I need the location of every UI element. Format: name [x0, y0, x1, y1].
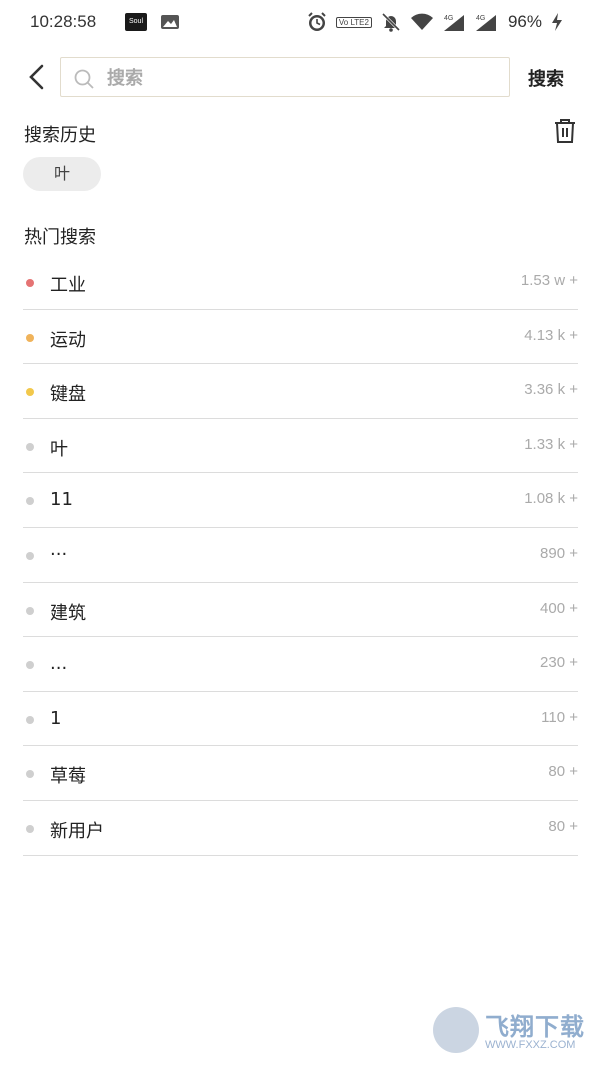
hot-search-label: 建筑: [50, 602, 86, 624]
rank-dot: [26, 497, 34, 506]
mute-icon: [380, 11, 402, 33]
hot-search-item[interactable]: ... 230 +: [23, 637, 578, 692]
svg-text:4G: 4G: [444, 15, 453, 22]
hot-search-count: 110 +: [541, 708, 578, 726]
hot-search-count: 1.53 w +: [520, 272, 578, 289]
soul-app-icon: Soul: [125, 13, 147, 31]
status-bar: 10:28:58 Soul Vo LTE2 4G 4G 96%: [0, 0, 600, 46]
hot-search-count: 80 +: [548, 817, 578, 835]
hot-search-label: 11: [50, 489, 73, 511]
hot-search-label: 1: [50, 707, 62, 729]
hot-search-count: 3.36 k +: [524, 381, 578, 399]
back-button[interactable]: [22, 61, 50, 93]
history-chip[interactable]: 叶: [23, 157, 101, 191]
rank-dot: [26, 388, 34, 397]
rank-dot: [26, 824, 34, 833]
watermark-title: 飞翔下载: [485, 1013, 585, 1041]
alarm-icon: [306, 11, 328, 33]
hot-search-count: 80 +: [548, 763, 578, 781]
signal-icon-2: 4G: [474, 12, 498, 32]
hot-search-label: 工业: [50, 275, 86, 296]
hot-search-item[interactable]: 建筑 400 +: [23, 583, 578, 638]
history-title: 搜索历史: [24, 125, 96, 146]
hot-search-title: 热门搜索: [24, 227, 96, 248]
hot-search-item[interactable]: 11 1.08 k +: [23, 473, 578, 528]
hot-search-item[interactable]: 1 110 +: [23, 692, 578, 747]
rank-dot: [26, 279, 34, 287]
hot-search-label: ···: [50, 543, 68, 565]
hot-search-item[interactable]: 运动 4.13 k +: [23, 310, 578, 365]
rank-dot: [26, 606, 34, 615]
hot-search-item[interactable]: 键盘 3.36 k +: [23, 364, 578, 419]
rank-dot: [26, 770, 34, 779]
hot-search-item[interactable]: 草莓 80 +: [23, 746, 578, 801]
hot-search-label: 键盘: [50, 384, 86, 406]
hot-search-label: 草莓: [50, 766, 86, 788]
hot-search-label: 叶: [50, 438, 68, 460]
hot-search-list: 工业 1.53 w + 运动 4.13 k + 键盘 3.36 k + 叶 1.33 k…: [23, 255, 578, 856]
hot-search-count: 890 +: [540, 544, 578, 562]
hot-search-item[interactable]: ··· 890 +: [23, 528, 578, 583]
signal-icon-1: 4G: [442, 12, 466, 32]
search-box[interactable]: [60, 57, 510, 98]
rank-dot: [26, 442, 34, 451]
charging-icon: [550, 12, 564, 32]
volte-icon: Vo LTE2: [335, 16, 372, 28]
clear-history-button[interactable]: [553, 118, 577, 144]
hot-search-label: 运动: [50, 329, 86, 351]
chevron-left-icon: [29, 64, 44, 90]
hot-search-count: 230 +: [540, 654, 578, 672]
status-icons: Vo LTE2 4G 4G 96%: [306, 10, 564, 34]
battery-percent: 96%: [507, 12, 542, 31]
hot-search-item[interactable]: 叶 1.33 k +: [23, 419, 578, 474]
search-icon: [73, 68, 95, 94]
search-header: 搜索: [0, 55, 600, 99]
hot-search-label: ...: [50, 653, 68, 675]
status-time: 10:28:58: [30, 12, 97, 31]
trash-icon: [555, 119, 575, 143]
wifi-icon: [410, 12, 434, 32]
rank-dot: [26, 333, 34, 342]
hot-search-item[interactable]: 新用户 80 +: [23, 801, 578, 856]
watermark: 飞翔下载 WWW.FXXZ.COM: [433, 1007, 589, 1055]
gallery-notification-icon: [160, 14, 180, 30]
svg-text:4G: 4G: [476, 15, 485, 22]
search-button[interactable]: 搜索: [528, 65, 564, 91]
search-input[interactable]: [105, 58, 499, 98]
hot-search-count: 4.13 k +: [524, 326, 578, 344]
hot-search-item[interactable]: 工业 1.53 w +: [23, 255, 578, 310]
hot-search-count: 1.33 k +: [524, 435, 578, 453]
rank-dot: [26, 715, 34, 724]
rank-dot: [26, 661, 34, 670]
rank-dot: [26, 551, 34, 560]
hot-search-count: 1.08 k +: [524, 490, 578, 508]
watermark-url: WWW.FXXZ.COM: [485, 1039, 576, 1051]
hot-search-count: 400 +: [540, 599, 578, 617]
hot-search-label: 新用户: [50, 820, 104, 842]
watermark-logo: [433, 1007, 479, 1053]
